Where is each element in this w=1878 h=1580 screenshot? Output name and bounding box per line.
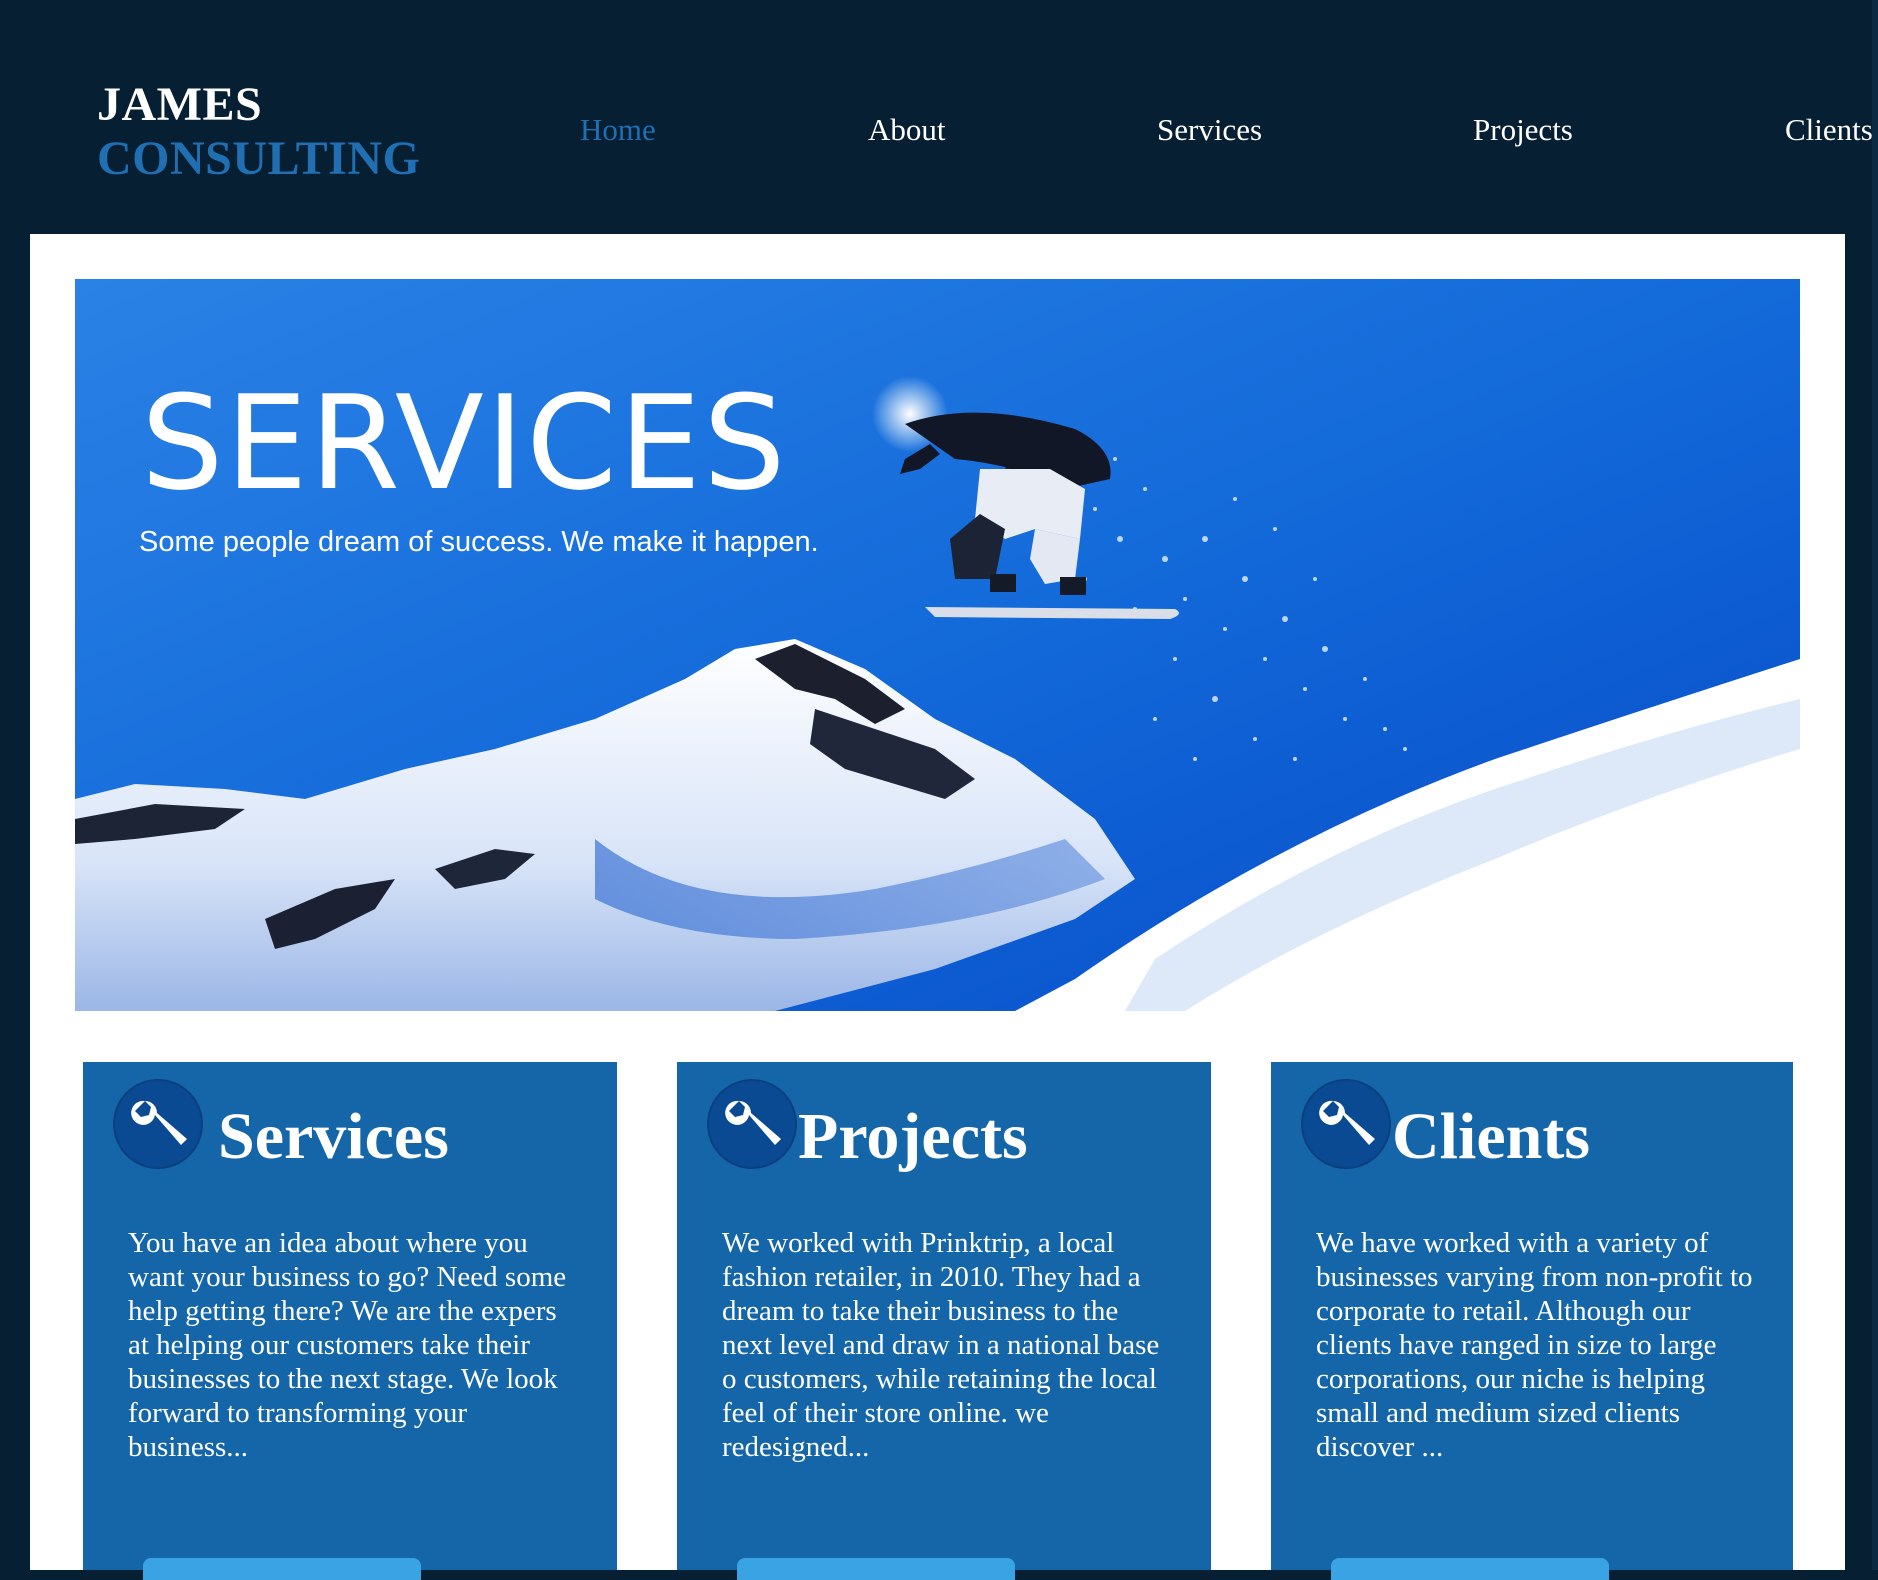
card-text-projects: We worked with Prinktrip, a local fashio…	[722, 1227, 1160, 1463]
card-text-clients: We have worked with a variety of busines…	[1316, 1227, 1753, 1463]
projects-read-more-button[interactable]	[737, 1558, 1015, 1580]
wrench-icon	[113, 1079, 203, 1169]
card-clients: Clients We have worked with a variety of…	[1271, 1062, 1793, 1580]
main-nav: Home About Services Projects Clients	[0, 112, 1878, 152]
nav-clients[interactable]: Clients	[1785, 112, 1873, 148]
card-services: Services You have an idea about where yo…	[83, 1062, 617, 1580]
nav-about[interactable]: About	[868, 112, 946, 148]
wrench-icon	[707, 1079, 797, 1169]
site-header: JAMES CONSULTING Home About Services Pro…	[0, 0, 1878, 234]
hero-title: SERVICES	[141, 367, 788, 519]
card-title-clients: Clients	[1392, 1100, 1590, 1173]
services-read-more-button[interactable]	[143, 1558, 421, 1580]
wrench-icon	[1301, 1079, 1391, 1169]
hero-subtitle: Some people dream of success. We make it…	[139, 526, 819, 558]
card-title-projects: Projects	[798, 1100, 1028, 1173]
card-title-services: Services	[218, 1100, 449, 1173]
card-projects: Projects We worked with Prinktrip, a loc…	[677, 1062, 1211, 1580]
nav-services[interactable]: Services	[1157, 112, 1262, 148]
clients-read-more-button[interactable]	[1331, 1558, 1609, 1580]
card-text-services: You have an idea about where you want yo…	[128, 1227, 567, 1463]
nav-home[interactable]: Home	[580, 112, 656, 148]
scrollbar[interactable]	[1872, 0, 1878, 1570]
hero-banner: SERVICES Some people dream of success. W…	[75, 279, 1800, 1011]
nav-projects[interactable]: Projects	[1473, 112, 1573, 148]
